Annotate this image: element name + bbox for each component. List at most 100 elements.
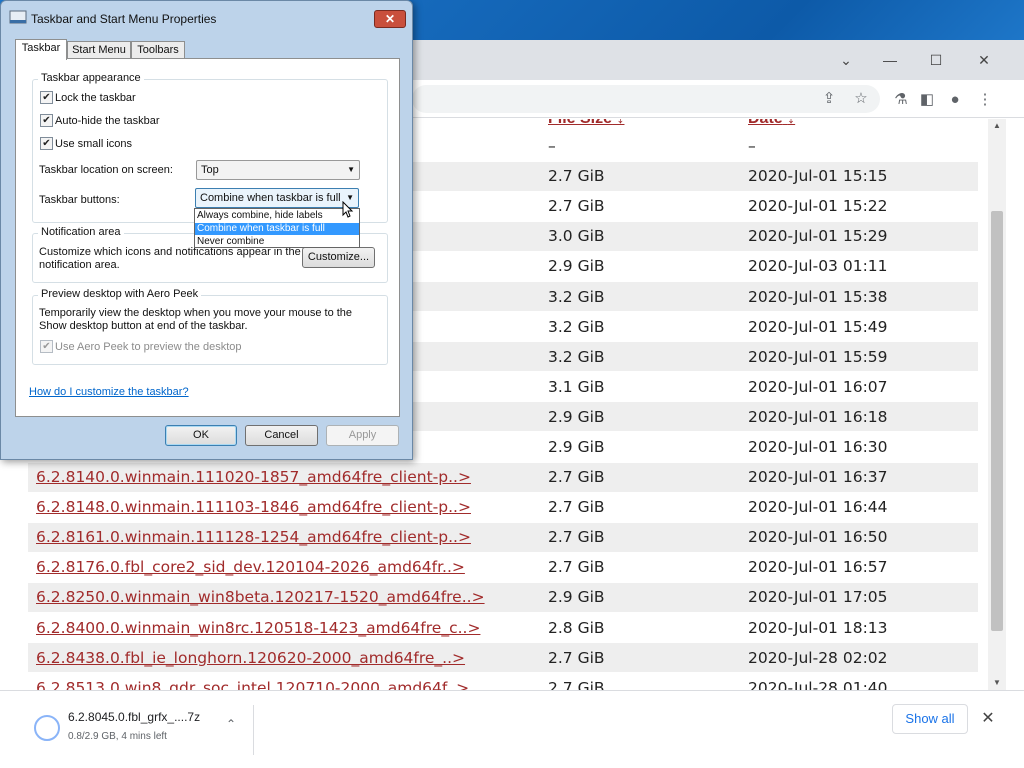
- lock-taskbar-checkbox[interactable]: ✔: [40, 91, 53, 104]
- apply-button[interactable]: Apply: [326, 425, 399, 446]
- file-name-cell: 6.2.8250.0.winmain_win8beta.120217-1520_…: [28, 582, 540, 614]
- scroll-down-arrow[interactable]: ▼: [988, 676, 1006, 690]
- dropdown-option-never-combine[interactable]: Never combine: [195, 236, 359, 248]
- column-date-label: Date: [748, 119, 783, 127]
- location-select-value: Top: [201, 164, 219, 176]
- file-size-cell: 2.7 GiB: [540, 522, 740, 553]
- chevron-down-icon[interactable]: ⌄: [826, 50, 866, 70]
- chevron-up-icon[interactable]: ⌃: [226, 717, 236, 731]
- small-icons-checkbox[interactable]: ✔: [40, 137, 53, 150]
- file-size-cell: –: [540, 131, 740, 162]
- file-size-cell: 2.9 GiB: [540, 251, 740, 282]
- aero-text-line1: Temporarily view the desktop when you mo…: [39, 307, 353, 319]
- customize-button[interactable]: Customize...: [302, 247, 375, 268]
- side-panel-icon[interactable]: ◧: [916, 89, 938, 111]
- autohide-label: Auto-hide the taskbar: [55, 115, 160, 127]
- table-row: 6.2.8148.0.winmain.111103-1846_amd64fre_…: [28, 492, 978, 523]
- taskbar-buttons-select[interactable]: Combine when taskbar is full ▼: [195, 188, 359, 208]
- location-label: Taskbar location on screen:: [39, 164, 173, 176]
- cancel-button[interactable]: Cancel: [245, 425, 318, 446]
- file-name-cell: 6.2.8176.0.fbl_core2_sid_dev.120104-2026…: [28, 552, 540, 583]
- download-item[interactable]: 6.2.8045.0.fbl_grfx_....7z 0.8/2.9 GB, 4…: [20, 705, 254, 755]
- file-size-cell: 3.2 GiB: [540, 311, 740, 343]
- location-select[interactable]: Top ▼: [196, 160, 360, 180]
- help-link[interactable]: How do I customize the taskbar?: [29, 386, 189, 398]
- aero-peek-label: Use Aero Peek to preview the desktop: [55, 341, 242, 353]
- file-link[interactable]: 6.2.8148.0.winmain.111103-1846_amd64fre_…: [36, 498, 471, 516]
- file-link[interactable]: 6.2.8140.0.winmain.111020-1857_amd64fre_…: [36, 468, 471, 486]
- table-row: 6.2.8250.0.winmain_win8beta.120217-1520_…: [28, 582, 978, 614]
- file-name-cell: 6.2.8140.0.winmain.111020-1857_amd64fre_…: [28, 462, 540, 493]
- small-icons-label: Use small icons: [55, 138, 133, 150]
- taskbar-app-icon: [9, 10, 27, 24]
- show-all-button[interactable]: Show all: [892, 704, 968, 734]
- aero-peek-checkbox[interactable]: ✔: [40, 340, 53, 353]
- file-size-cell: 3.0 GiB: [540, 221, 740, 252]
- column-file-size[interactable]: File Size ↓: [540, 119, 740, 131]
- ok-button[interactable]: OK: [165, 425, 237, 446]
- dialog-close-button[interactable]: ✕: [374, 10, 406, 28]
- file-link[interactable]: 6.2.8438.0.fbl_ie_longhorn.120620-2000_a…: [36, 649, 465, 667]
- file-date-cell: 2020-Jul-01 15:22: [740, 191, 978, 222]
- scroll-up-arrow[interactable]: ▲: [988, 119, 1006, 133]
- file-link[interactable]: 6.2.8513.0.win8_gdr_soc_intel.120710-200…: [36, 679, 469, 690]
- dropdown-arrow-icon: ▼: [347, 165, 355, 174]
- tab-toolbars[interactable]: Toolbars: [131, 41, 185, 59]
- file-link[interactable]: 6.2.8250.0.winmain_win8beta.120217-1520_…: [36, 588, 485, 606]
- column-size-label: File Size: [548, 119, 612, 127]
- file-size-cell: 2.7 GiB: [540, 191, 740, 222]
- autohide-checkbox[interactable]: ✔: [40, 114, 53, 127]
- file-date-cell: 2020-Jul-01 16:30: [740, 431, 978, 463]
- scroll-thumb[interactable]: [991, 211, 1003, 631]
- file-size-cell: 2.7 GiB: [540, 642, 740, 674]
- file-link[interactable]: 6.2.8176.0.fbl_core2_sid_dev.120104-2026…: [36, 558, 465, 576]
- taskbar-properties-dialog: Taskbar and Start Menu Properties ✕ Task…: [0, 0, 413, 460]
- table-row: 6.2.8438.0.fbl_ie_longhorn.120620-2000_a…: [28, 642, 978, 674]
- file-size-cell: 2.7 GiB: [540, 161, 740, 192]
- group-title-appearance: Taskbar appearance: [38, 72, 144, 84]
- share-icon[interactable]: ⇪: [818, 88, 840, 110]
- extensions-icon[interactable]: ⚗: [890, 89, 912, 111]
- maximize-button[interactable]: ☐: [916, 50, 956, 70]
- file-size-cell: 2.7 GiB: [540, 552, 740, 583]
- profile-avatar-icon[interactable]: ●: [944, 89, 966, 111]
- column-date[interactable]: Date ↓: [740, 119, 978, 131]
- tab-start-menu[interactable]: Start Menu: [67, 41, 131, 59]
- file-size-cell: 3.2 GiB: [540, 281, 740, 313]
- table-row: 6.2.8161.0.winmain.111128-1254_amd64fre_…: [28, 522, 978, 553]
- file-date-cell: 2020-Jul-01 15:29: [740, 221, 978, 252]
- file-date-cell: 2020-Jul-01 16:18: [740, 401, 978, 433]
- file-date-cell: 2020-Jul-01 15:59: [740, 341, 978, 373]
- dropdown-option-always-combine[interactable]: Always combine, hide labels: [195, 210, 359, 222]
- download-bar: 6.2.8045.0.fbl_grfx_....7z 0.8/2.9 GB, 4…: [0, 690, 1024, 768]
- file-size-cell: 2.8 GiB: [540, 612, 740, 644]
- table-row: 6.2.8176.0.fbl_core2_sid_dev.120104-2026…: [28, 552, 978, 583]
- file-link[interactable]: 6.2.8400.0.winmain_win8rc.120518-1423_am…: [36, 619, 480, 637]
- bookmark-star-icon[interactable]: ☆: [850, 88, 872, 110]
- group-title-notification: Notification area: [38, 226, 124, 238]
- file-size-cell: 2.7 GiB: [540, 492, 740, 523]
- file-name-cell: 6.2.8400.0.winmain_win8rc.120518-1423_am…: [28, 612, 540, 644]
- file-size-cell: 2.7 GiB: [540, 462, 740, 493]
- file-date-cell: 2020-Jul-28 02:02: [740, 642, 978, 674]
- group-title-aero: Preview desktop with Aero Peek: [38, 288, 202, 300]
- file-link[interactable]: 6.2.8161.0.winmain.111128-1254_amd64fre_…: [36, 528, 471, 546]
- file-date-cell: 2020-Jul-01 16:37: [740, 462, 978, 493]
- table-row: 6.2.8400.0.winmain_win8rc.120518-1423_am…: [28, 612, 978, 644]
- menu-kebab-icon[interactable]: ⋮: [974, 89, 996, 111]
- page-scrollbar[interactable]: ▲ ▼: [988, 119, 1006, 690]
- file-date-cell: 2020-Jul-01 16:57: [740, 552, 978, 583]
- notification-text-line2: notification area.: [39, 259, 120, 271]
- file-date-cell: 2020-Jul-01 17:05: [740, 582, 978, 614]
- download-status: 0.8/2.9 GB, 4 mins left: [68, 731, 167, 742]
- file-name-cell: 6.2.8438.0.fbl_ie_longhorn.120620-2000_a…: [28, 642, 540, 674]
- tab-taskbar[interactable]: Taskbar: [15, 39, 67, 60]
- close-download-bar-icon[interactable]: ✕: [978, 709, 998, 729]
- close-window-button[interactable]: ✕: [964, 50, 1004, 70]
- dropdown-option-combine-when-full[interactable]: Combine when taskbar is full: [195, 223, 359, 235]
- address-bar[interactable]: ⇪ ☆: [412, 85, 880, 113]
- table-row: 6.2.8513.0.win8_gdr_soc_intel.120710-200…: [28, 672, 978, 690]
- taskbar-buttons-value: Combine when taskbar is full: [200, 192, 341, 204]
- buttons-label: Taskbar buttons:: [39, 194, 120, 206]
- minimize-button[interactable]: —: [870, 50, 910, 70]
